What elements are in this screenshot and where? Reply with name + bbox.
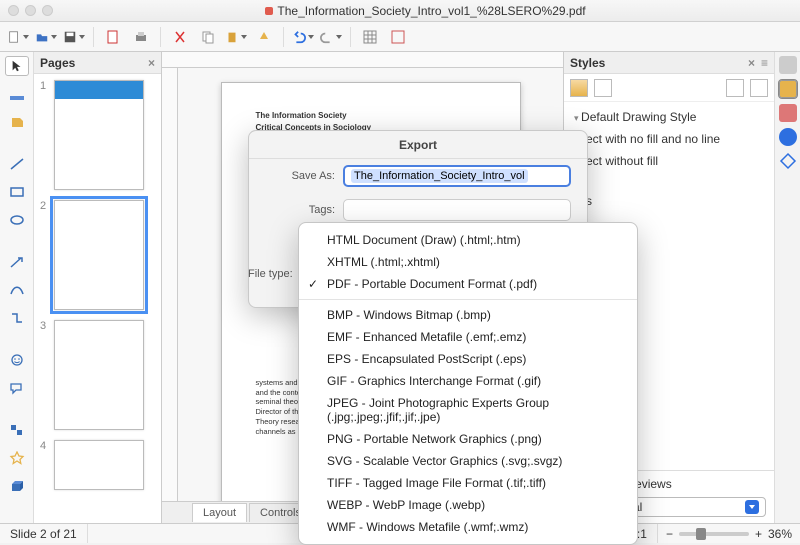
presentation-styles-icon[interactable] — [594, 79, 612, 97]
saveas-field[interactable]: The_Information_Society_Intro_vol — [343, 165, 571, 187]
vertical-ruler — [162, 68, 178, 501]
line-tool[interactable] — [5, 154, 29, 174]
fill-color-tool[interactable] — [5, 112, 29, 132]
window-title: The_Information_Society_Intro_vol1_%28LS… — [59, 4, 792, 18]
redo-button[interactable] — [319, 25, 343, 49]
properties-tab-icon[interactable] — [779, 56, 797, 74]
style-item[interactable]: ect with no fill and no line — [572, 128, 766, 150]
pdf-doc-icon — [265, 7, 273, 15]
save-button[interactable] — [62, 25, 86, 49]
copy-button[interactable] — [196, 25, 220, 49]
open-button[interactable] — [34, 25, 58, 49]
saveas-label: Save As: — [265, 170, 335, 182]
zoom-value[interactable]: 36% — [768, 527, 792, 541]
3d-tool[interactable] — [5, 476, 29, 496]
snap-button[interactable] — [386, 25, 410, 49]
pages-panel-header: Pages × — [34, 52, 161, 74]
style-item[interactable]: ect without fill — [572, 150, 766, 172]
zoom-window-icon[interactable] — [42, 5, 53, 16]
filetype-label: File type: — [248, 268, 293, 280]
dialog-title: Export — [249, 131, 587, 159]
curve-tool[interactable] — [5, 280, 29, 300]
callout-tool[interactable] — [5, 378, 29, 398]
page-thumbnail[interactable] — [54, 80, 144, 190]
filetype-option[interactable]: EMF - Enhanced Metafile (.emf;.emz) — [299, 326, 637, 348]
star-tool[interactable] — [5, 448, 29, 468]
filetype-option[interactable]: WMF - Windows Metafile (.wmf;.wmz) — [299, 516, 637, 538]
new-doc-button[interactable] — [6, 25, 30, 49]
style-item[interactable]: s — [572, 190, 766, 212]
fill-format-icon[interactable] — [726, 79, 744, 97]
doc-heading: The Information Society — [256, 111, 486, 121]
smiley-tool[interactable] — [5, 350, 29, 370]
undo-button[interactable] — [291, 25, 315, 49]
filetype-option[interactable]: PNG - Portable Network Graphics (.png) — [299, 428, 637, 450]
filetype-option[interactable]: XHTML (.html;.xhtml) — [299, 251, 637, 273]
gallery-tab-icon[interactable] — [779, 104, 797, 122]
close-panel-icon[interactable]: × — [148, 56, 155, 70]
filetype-option[interactable]: JPEG - Joint Photographic Experts Group … — [299, 392, 637, 428]
close-panel-icon[interactable]: × — [748, 56, 755, 70]
zoom-in-icon[interactable]: + — [755, 527, 762, 541]
window-titlebar: The_Information_Society_Intro_vol1_%28LS… — [0, 0, 800, 22]
cut-button[interactable] — [168, 25, 192, 49]
print-button[interactable] — [129, 25, 153, 49]
tags-field[interactable] — [343, 199, 571, 221]
minimize-window-icon[interactable] — [25, 5, 36, 16]
styles-panel-header: Styles ×≡ — [564, 52, 774, 74]
export-pdf-button[interactable] — [101, 25, 125, 49]
filetype-option[interactable]: HTML Document (Draw) (.html;.htm) — [299, 229, 637, 251]
rect-tool[interactable] — [5, 182, 29, 202]
filetype-option[interactable]: PDF - Portable Document Format (.pdf) — [299, 273, 637, 295]
new-style-icon[interactable] — [750, 79, 768, 97]
page-thumbnail[interactable] — [54, 200, 144, 310]
close-window-icon[interactable] — [8, 5, 19, 16]
panel-menu-icon[interactable]: ≡ — [761, 56, 768, 70]
filetype-option[interactable]: TIFF - Tagged Image File Format (.tif;.t… — [299, 472, 637, 494]
connector-tool[interactable] — [5, 308, 29, 328]
main-toolbar — [0, 22, 800, 52]
ellipse-tool[interactable] — [5, 210, 29, 230]
shapes-tool[interactable] — [5, 420, 29, 440]
zoom-slider[interactable] — [679, 532, 749, 536]
filetype-option[interactable]: WEBP - WebP Image (.webp) — [299, 494, 637, 516]
zoom-out-icon[interactable]: − — [666, 527, 673, 541]
clone-format-button[interactable] — [252, 25, 276, 49]
page-thumbnail[interactable] — [54, 320, 144, 430]
filetype-option[interactable]: GIF - Graphics Interchange Format (.gif) — [299, 370, 637, 392]
tab-layout[interactable]: Layout — [192, 503, 247, 522]
filetype-option[interactable]: BMP - Windows Bitmap (.bmp) — [299, 304, 637, 326]
styles-tab-icon[interactable] — [779, 80, 797, 98]
chevron-down-icon — [745, 500, 759, 514]
graphic-styles-icon[interactable] — [570, 79, 588, 97]
filetype-menu[interactable]: HTML Document (Draw) (.html;.htm)XHTML (… — [298, 222, 638, 545]
status-slide: Slide 2 of 21 — [0, 524, 88, 543]
line-color-tool[interactable] — [5, 84, 29, 104]
tags-label: Tags: — [265, 204, 335, 216]
paste-button[interactable] — [224, 25, 248, 49]
navigator-tab-icon[interactable] — [779, 128, 797, 146]
sidebar-tab-strip — [774, 52, 800, 523]
shapes-tab-icon[interactable] — [779, 152, 797, 170]
filetype-option[interactable]: SVG - Scalable Vector Graphics (.svg;.sv… — [299, 450, 637, 472]
grid-button[interactable] — [358, 25, 382, 49]
left-tool-strip — [0, 52, 34, 523]
style-item[interactable]: Default Drawing Style — [572, 106, 766, 128]
arrow-tool[interactable] — [5, 252, 29, 272]
horizontal-ruler — [162, 52, 563, 68]
pages-panel: Pages × 1 2 3 4 — [34, 52, 162, 523]
page-thumbnail[interactable] — [54, 440, 144, 490]
select-tool[interactable] — [5, 56, 29, 76]
filetype-option[interactable]: EPS - Encapsulated PostScript (.eps) — [299, 348, 637, 370]
